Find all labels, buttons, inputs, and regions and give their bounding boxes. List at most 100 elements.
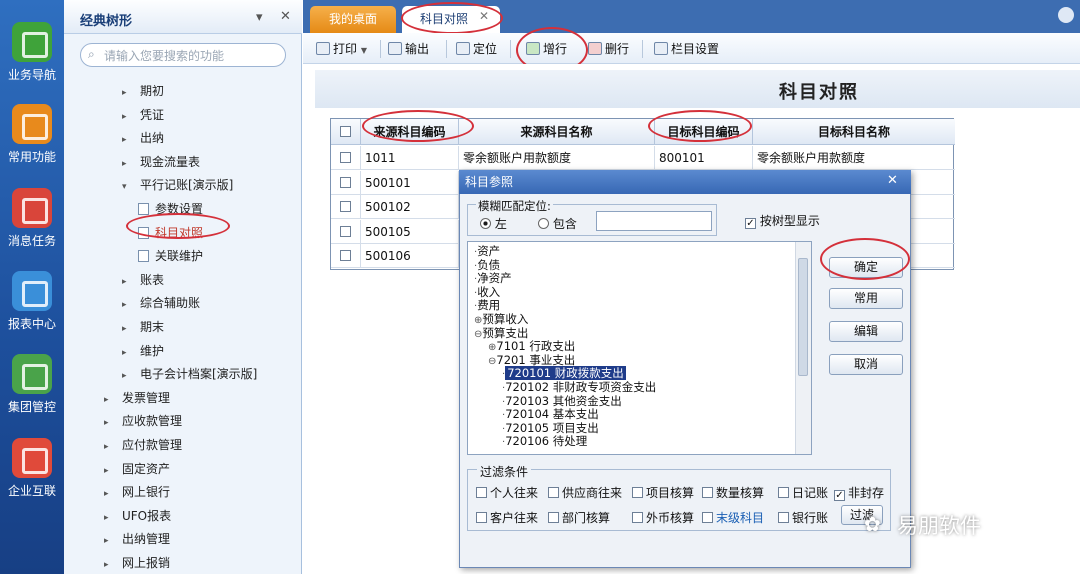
chevron-icon[interactable]: ▾ — [122, 182, 132, 192]
filter-checkbox[interactable]: 客户往来 — [476, 509, 538, 526]
rail-business-nav[interactable]: 业务导航 — [0, 22, 64, 83]
export-button[interactable]: 输出 — [388, 40, 429, 57]
tree-item[interactable]: ▸ 期初 — [122, 82, 164, 99]
match-input[interactable] — [596, 211, 712, 231]
select-all-checkbox[interactable] — [340, 126, 351, 137]
rail-reports[interactable]: 报表中心 — [0, 271, 64, 332]
tree-node[interactable]: ·720106 待处理 — [502, 433, 587, 449]
radio-left[interactable]: 左 — [480, 215, 507, 232]
chevron-icon[interactable]: ▸ — [104, 560, 114, 570]
pin-icon[interactable]: ▾ — [256, 10, 263, 25]
rail-messages[interactable]: 消息任务 — [0, 188, 64, 249]
delete-row-button[interactable]: 删行 — [588, 40, 629, 57]
tree-item[interactable]: ▸ 电子会计档案[演示版] — [122, 365, 257, 382]
chevron-icon[interactable]: ▸ — [104, 395, 114, 405]
edit-button[interactable]: 编辑 — [829, 321, 903, 342]
column-settings-button[interactable]: 栏目设置 — [654, 40, 719, 57]
filter-checkbox[interactable]: 外币核算 — [632, 509, 694, 526]
col-header-dst-name[interactable]: 目标科目名称 — [753, 119, 955, 145]
tree-item[interactable]: ▸ UFO报表 — [104, 507, 171, 524]
chevron-icon[interactable]: ▸ — [122, 324, 132, 334]
tree-item[interactable]: ▸ 综合辅助账 — [122, 294, 200, 311]
tree-item[interactable]: ▸ 账表 — [122, 271, 164, 288]
tree-item[interactable]: ▸ 网上银行 — [104, 483, 170, 500]
chevron-down-icon[interactable]: ▼ — [361, 46, 367, 55]
close-icon[interactable]: ✕ — [280, 9, 291, 24]
tree-item[interactable]: ▸ 期末 — [122, 318, 164, 335]
common-button[interactable]: 常用 — [829, 288, 903, 309]
print-button[interactable]: 打印 ▼ — [316, 40, 367, 57]
src-code-cell[interactable]: 500106 — [361, 244, 459, 268]
row-select-cell[interactable] — [331, 244, 361, 268]
chevron-icon[interactable]: ▸ — [122, 371, 132, 381]
row-select-cell[interactable] — [331, 170, 361, 195]
check-icon: ✓ — [745, 218, 756, 229]
filter-checkbox[interactable]: ✓ 非封存 — [834, 484, 884, 501]
filter-checkbox[interactable]: 项目核算 — [632, 484, 694, 501]
row-select-cell[interactable] — [331, 219, 361, 244]
src-code-cell[interactable]: 500102 — [361, 195, 459, 219]
filter-checkbox[interactable]: 数量核算 — [702, 484, 764, 501]
select-all-cell[interactable] — [331, 119, 361, 145]
tree-item[interactable]: ▸ 维护 — [122, 342, 164, 359]
tree-item[interactable]: ▸ 现金流量表 — [122, 153, 200, 170]
tree-item[interactable]: ▸ 出纳管理 — [104, 530, 170, 547]
chevron-icon[interactable]: ▸ — [122, 277, 132, 287]
rail-group-control[interactable]: 集团管控 — [0, 354, 64, 415]
row-select-cell[interactable] — [331, 195, 361, 219]
src-code-cell[interactable]: 500105 — [361, 219, 459, 244]
chevron-icon[interactable]: ▸ — [104, 513, 114, 523]
rail-enterprise-connect[interactable]: 企业互联 — [0, 438, 64, 499]
src-code-cell[interactable]: 1011 — [361, 146, 459, 170]
row-checkbox[interactable] — [340, 152, 351, 163]
tree-item[interactable]: ▸ 出纳 — [122, 129, 164, 146]
row-checkbox[interactable] — [340, 225, 351, 237]
chevron-icon[interactable]: ▸ — [122, 135, 132, 145]
dialog-close-icon[interactable]: ✕ — [887, 173, 898, 188]
tree-item[interactable]: ▸ 应付款管理 — [104, 436, 182, 453]
locate-button[interactable]: 定位 — [456, 40, 497, 57]
filter-checkbox[interactable]: 个人往来 — [476, 484, 538, 501]
chevron-icon[interactable]: ▸ — [104, 536, 114, 546]
dst-name-cell[interactable]: 零余额账户用款额度 — [753, 146, 955, 170]
rail-common-functions[interactable]: 常用功能 — [0, 104, 64, 165]
chevron-icon[interactable]: ▸ — [104, 418, 114, 428]
row-checkbox[interactable] — [340, 176, 351, 188]
tree-item[interactable]: ▾ 平行记账[演示版] — [122, 176, 233, 193]
dst-code-cell[interactable]: 800101 — [655, 146, 753, 170]
scrollbar-thumb[interactable] — [798, 258, 808, 376]
tree-display-checkbox[interactable]: ✓ 按树型显示 — [745, 212, 820, 229]
tree-item[interactable]: 关联维护 — [138, 247, 203, 264]
col-header-src-name[interactable]: 来源科目名称 — [459, 119, 655, 145]
src-code-cell[interactable]: 500101 — [361, 170, 459, 195]
src-name-cell[interactable]: 零余额账户用款额度 — [459, 146, 655, 170]
filter-checkbox[interactable]: 末级科目 — [702, 509, 764, 526]
filter-checkbox[interactable]: 日记账 — [778, 484, 828, 501]
filter-checkbox[interactable]: 银行账 — [778, 509, 828, 526]
filter-checkbox[interactable]: 供应商往来 — [548, 484, 622, 501]
filter-checkbox[interactable]: 部门核算 — [548, 509, 610, 526]
row-checkbox[interactable] — [340, 201, 351, 212]
chevron-icon[interactable]: ▸ — [122, 88, 132, 98]
tab-home[interactable]: 我的桌面 — [310, 6, 396, 33]
tree-item[interactable]: ▸ 固定资产 — [104, 460, 170, 477]
cancel-button[interactable]: 取消 — [829, 354, 903, 375]
chevron-icon[interactable]: ▸ — [122, 112, 132, 122]
row-checkbox[interactable] — [340, 250, 351, 261]
tree-item[interactable]: ▸ 网上报销 — [104, 554, 170, 571]
chevron-icon[interactable]: ▸ — [104, 442, 114, 452]
highlight-ellipse — [401, 2, 503, 34]
chevron-icon[interactable]: ▸ — [122, 348, 132, 358]
tree-item[interactable]: ▸ 凭证 — [122, 106, 164, 123]
chevron-icon[interactable]: ▸ — [122, 159, 132, 169]
tree-item[interactable]: ▸ 应收款管理 — [104, 412, 182, 429]
chevron-icon[interactable]: ▸ — [104, 489, 114, 499]
row-select-cell[interactable] — [331, 146, 361, 170]
highlight-ellipse — [362, 110, 474, 142]
chevron-icon[interactable]: ▸ — [104, 466, 114, 476]
chevron-icon[interactable]: ▸ — [122, 300, 132, 310]
tree-item[interactable]: ▸ 发票管理 — [104, 389, 170, 406]
radio-contains[interactable]: 包含 — [538, 215, 577, 232]
tree-item-label: 账表 — [140, 272, 165, 287]
user-icon[interactable] — [1058, 7, 1074, 23]
